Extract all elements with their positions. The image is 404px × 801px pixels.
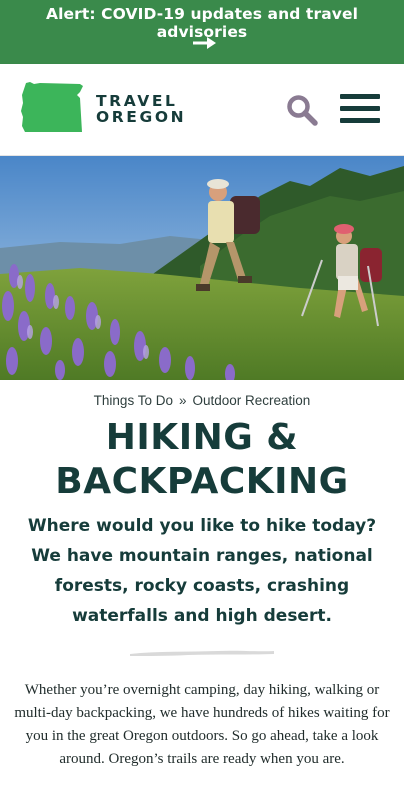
- breadcrumb-outdoor-recreation[interactable]: Outdoor Recreation: [192, 393, 310, 408]
- menu-bar-middle: [340, 106, 380, 111]
- page-title: HIKING & BACKPACKING: [0, 416, 404, 504]
- menu-bar-top: [340, 94, 380, 99]
- menu-bar-bottom: [340, 118, 380, 123]
- logo-line-oregon: OREGON: [96, 108, 187, 126]
- alert-banner[interactable]: Alert: COVID-19 updates and travel advis…: [0, 0, 404, 64]
- hero-illustration: [0, 156, 404, 380]
- right-arrow-icon[interactable]: [192, 35, 218, 51]
- breadcrumb-separator: »: [178, 393, 187, 408]
- breadcrumb: Things To Do » Outdoor Recreation: [0, 393, 404, 408]
- hero-image: [0, 156, 404, 380]
- logo-line-travel: TRAVEL: [96, 92, 178, 110]
- page-subtitle: Where would you like to hike today? We h…: [27, 516, 377, 626]
- travel-oregon-logo[interactable]: TRAVEL OREGON: [20, 81, 190, 137]
- page-title-line1: HIKING &: [105, 417, 299, 458]
- oregon-map-icon: [21, 82, 83, 132]
- search-icon[interactable]: [286, 94, 318, 126]
- hamburger-menu-icon[interactable]: [340, 94, 380, 126]
- logo-wordmark: TRAVEL OREGON: [96, 93, 186, 125]
- page-title-line2: BACKPACKING: [55, 461, 349, 502]
- breadcrumb-things-to-do[interactable]: Things To Do: [94, 393, 173, 408]
- intro-paragraph: Whether you’re overnight camping, day hi…: [14, 682, 390, 767]
- brush-divider: [130, 650, 274, 656]
